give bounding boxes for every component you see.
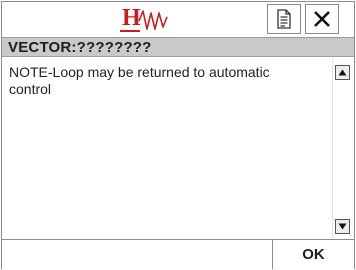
- ok-button[interactable]: OK: [272, 240, 354, 269]
- message-area: NOTE-Loop may be returned to automatic c…: [2, 58, 354, 239]
- wave-icon: [138, 10, 168, 30]
- close-button[interactable]: [305, 4, 339, 34]
- vertical-scrollbar[interactable]: [332, 58, 355, 239]
- document-button[interactable]: [267, 4, 301, 34]
- logo-underline: [120, 30, 140, 32]
- message-text: NOTE-Loop may be returned to automatic c…: [9, 64, 270, 97]
- triangle-up-icon: [338, 69, 347, 76]
- scroll-down-button[interactable]: [335, 219, 350, 234]
- title-bar: H: [2, 2, 354, 38]
- scroll-up-button[interactable]: [335, 65, 350, 80]
- dialog-footer: OK: [2, 239, 354, 269]
- dialog-window: H VECTOR:???????? NOTE-Loop may be retur…: [1, 1, 355, 269]
- triangle-down-icon: [338, 223, 347, 230]
- document-icon: [277, 9, 291, 29]
- app-logo: H: [118, 5, 170, 33]
- vector-title: VECTOR:????????: [2, 38, 354, 57]
- close-icon: [314, 11, 330, 27]
